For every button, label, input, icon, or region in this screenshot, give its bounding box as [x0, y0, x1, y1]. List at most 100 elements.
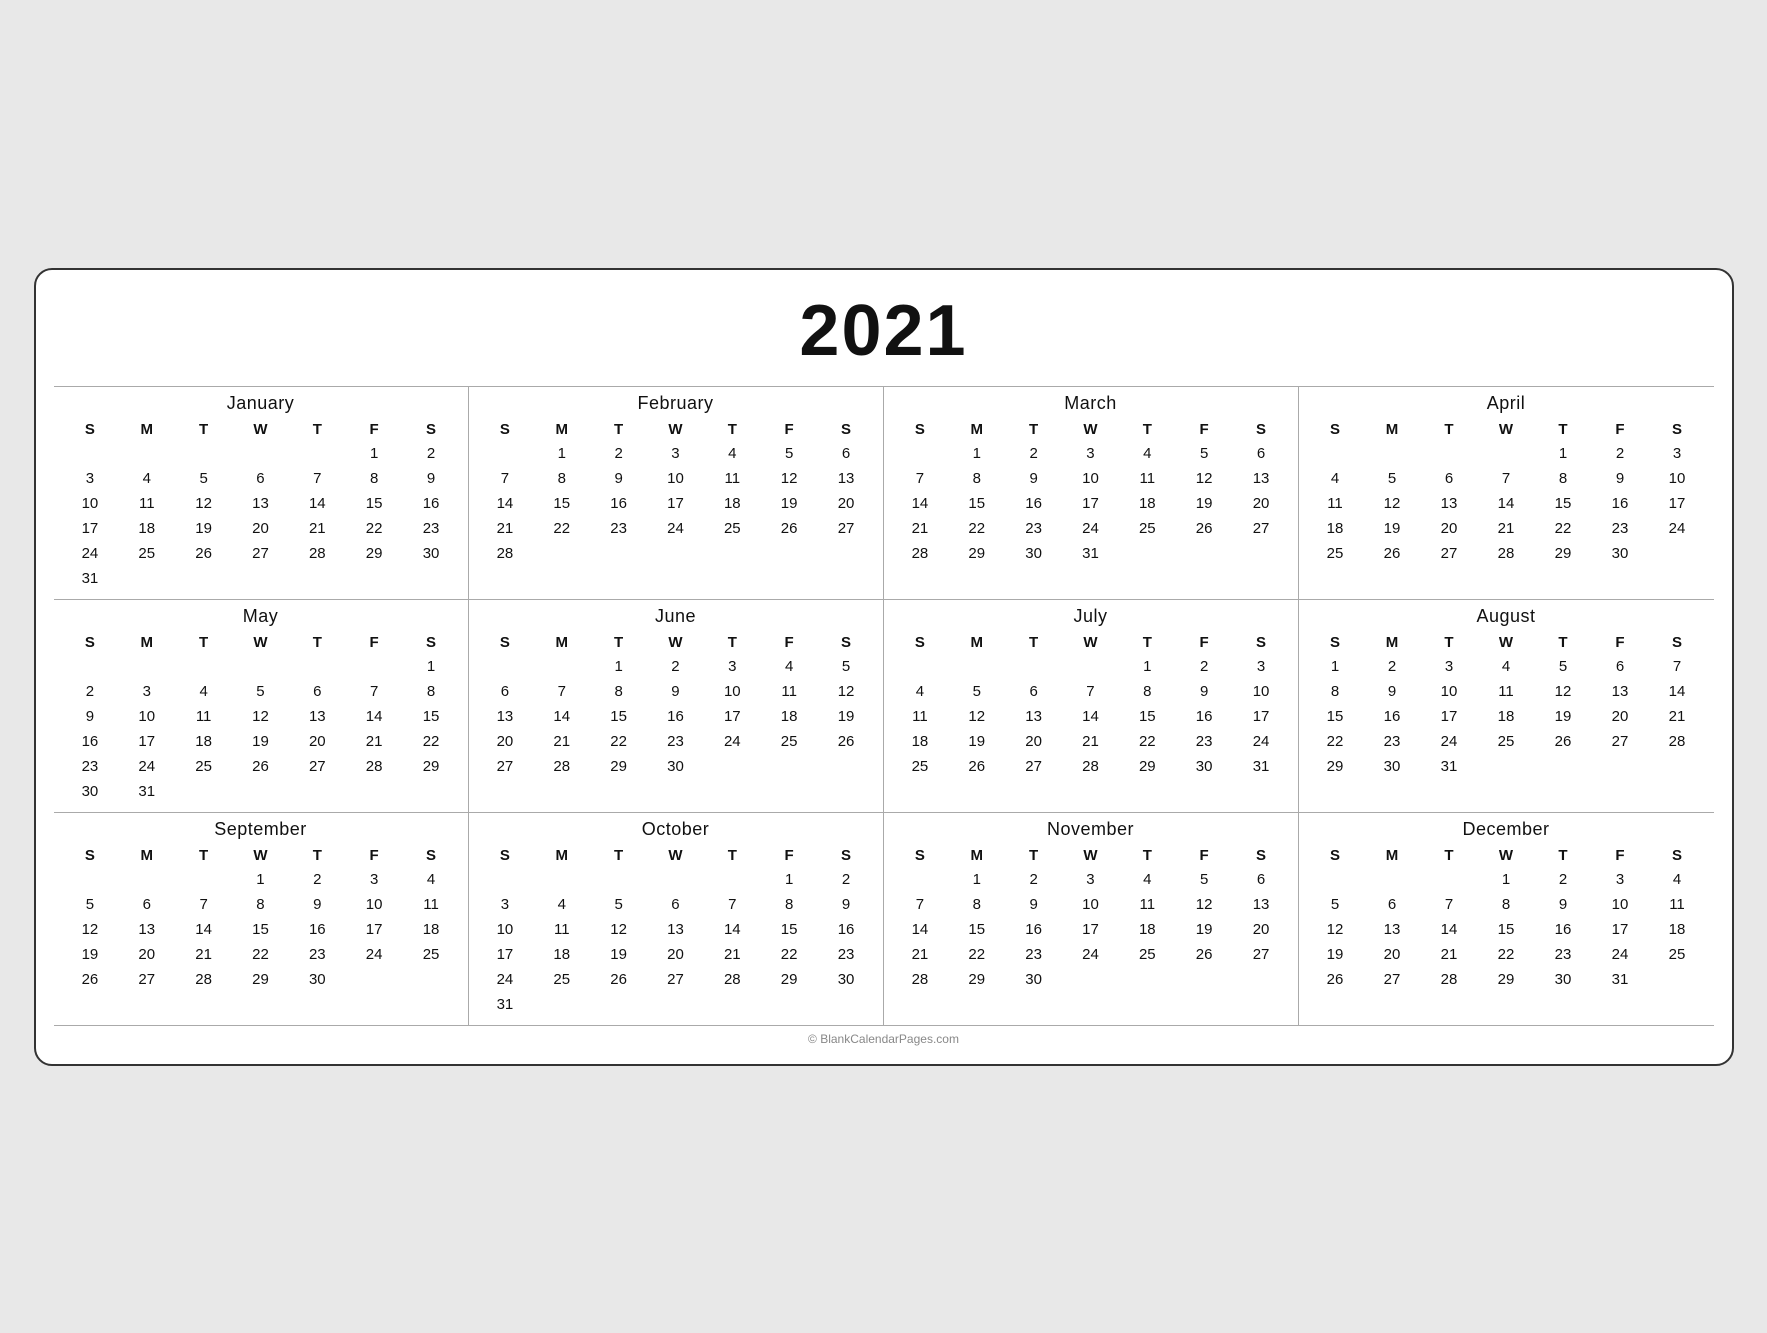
day-cell: 28 [533, 754, 590, 779]
day-cell: 26 [590, 967, 647, 992]
day-cell: 28 [1649, 729, 1706, 754]
day-cell: 4 [1119, 867, 1176, 892]
day-cell: 2 [1005, 441, 1062, 466]
day-cell: 14 [533, 704, 590, 729]
day-cell: 13 [1233, 466, 1290, 491]
day-cell: 14 [1062, 704, 1119, 729]
day-cell [403, 779, 460, 804]
day-cell: 16 [62, 729, 119, 754]
day-header: S [1649, 631, 1706, 654]
month-table: SMTWTFS123456789101112131415161718192021… [892, 418, 1290, 566]
day-cell: 21 [892, 516, 949, 541]
day-cell: 11 [403, 892, 460, 917]
day-cell: 18 [1119, 917, 1176, 942]
day-cell: 29 [590, 754, 647, 779]
day-cell: 21 [289, 516, 346, 541]
day-cell: 23 [647, 729, 704, 754]
day-header: T [590, 418, 647, 441]
day-cell: 19 [1307, 942, 1364, 967]
day-cell: 13 [647, 917, 704, 942]
day-header: F [761, 844, 818, 867]
day-header: F [761, 631, 818, 654]
day-header: T [1421, 418, 1478, 441]
month-table: SMTWTFS123456789101112131415161718192021… [1307, 418, 1706, 566]
month-table: SMTWTFS123456789101112131415161718192021… [1307, 844, 1706, 992]
day-cell [175, 441, 232, 466]
day-cell: 20 [232, 516, 289, 541]
day-cell: 29 [1535, 541, 1592, 566]
day-cell: 2 [647, 654, 704, 679]
day-cell: 23 [590, 516, 647, 541]
day-cell: 10 [1421, 679, 1478, 704]
day-cell: 14 [704, 917, 761, 942]
day-cell: 19 [761, 491, 818, 516]
day-cell: 13 [818, 466, 875, 491]
day-cell: 17 [1062, 491, 1119, 516]
day-cell: 29 [346, 541, 403, 566]
day-cell [1119, 967, 1176, 992]
day-cell: 4 [892, 679, 949, 704]
day-cell: 4 [1478, 654, 1535, 679]
day-cell [761, 754, 818, 779]
day-cell [175, 779, 232, 804]
week-row: 262728293031 [1307, 967, 1706, 992]
day-cell: 20 [647, 942, 704, 967]
day-cell: 26 [1176, 516, 1233, 541]
day-cell [761, 541, 818, 566]
month-name: October [477, 819, 875, 840]
day-cell: 12 [232, 704, 289, 729]
day-header: S [403, 844, 460, 867]
day-cell: 2 [289, 867, 346, 892]
day-cell: 22 [533, 516, 590, 541]
day-cell: 30 [403, 541, 460, 566]
day-cell: 3 [346, 867, 403, 892]
day-cell: 26 [1535, 729, 1592, 754]
week-row: 45678910 [1307, 466, 1706, 491]
day-cell: 3 [1421, 654, 1478, 679]
day-cell: 6 [232, 466, 289, 491]
day-header: F [346, 631, 403, 654]
day-cell: 15 [948, 917, 1005, 942]
day-cell: 16 [1535, 917, 1592, 942]
day-cell: 24 [1062, 516, 1119, 541]
day-cell: 20 [1233, 491, 1290, 516]
day-header: M [118, 844, 175, 867]
day-cell [1364, 867, 1421, 892]
day-cell: 5 [761, 441, 818, 466]
day-cell: 12 [590, 917, 647, 942]
day-cell: 21 [704, 942, 761, 967]
day-cell: 28 [289, 541, 346, 566]
day-cell [403, 967, 460, 992]
day-header: S [1307, 418, 1364, 441]
day-header: T [1119, 844, 1176, 867]
month-block-december: DecemberSMTWTFS1234567891011121314151617… [1299, 813, 1714, 1026]
day-cell: 4 [118, 466, 175, 491]
day-cell: 18 [761, 704, 818, 729]
day-cell: 15 [533, 491, 590, 516]
day-cell: 1 [1478, 867, 1535, 892]
week-row: 24252627282930 [62, 541, 460, 566]
day-header: S [62, 418, 119, 441]
week-row: 16171819202122 [62, 729, 460, 754]
day-cell: 30 [1005, 967, 1062, 992]
day-cell: 26 [175, 541, 232, 566]
day-cell [1478, 441, 1535, 466]
day-header: F [1592, 631, 1649, 654]
day-cell: 18 [1649, 917, 1706, 942]
day-cell [62, 441, 119, 466]
day-cell: 22 [948, 516, 1005, 541]
day-cell [118, 566, 175, 591]
day-cell: 11 [175, 704, 232, 729]
day-cell [175, 566, 232, 591]
week-row: 12 [62, 441, 460, 466]
month-block-march: MarchSMTWTFS1234567891011121314151617181… [884, 387, 1299, 600]
day-header: T [1005, 418, 1062, 441]
month-block-september: SeptemberSMTWTFS123456789101112131415161… [54, 813, 469, 1026]
day-cell [346, 779, 403, 804]
day-cell: 28 [892, 967, 949, 992]
day-cell: 6 [289, 679, 346, 704]
day-cell: 27 [818, 516, 875, 541]
day-cell: 17 [346, 917, 403, 942]
day-cell [1421, 441, 1478, 466]
day-cell: 5 [1176, 867, 1233, 892]
